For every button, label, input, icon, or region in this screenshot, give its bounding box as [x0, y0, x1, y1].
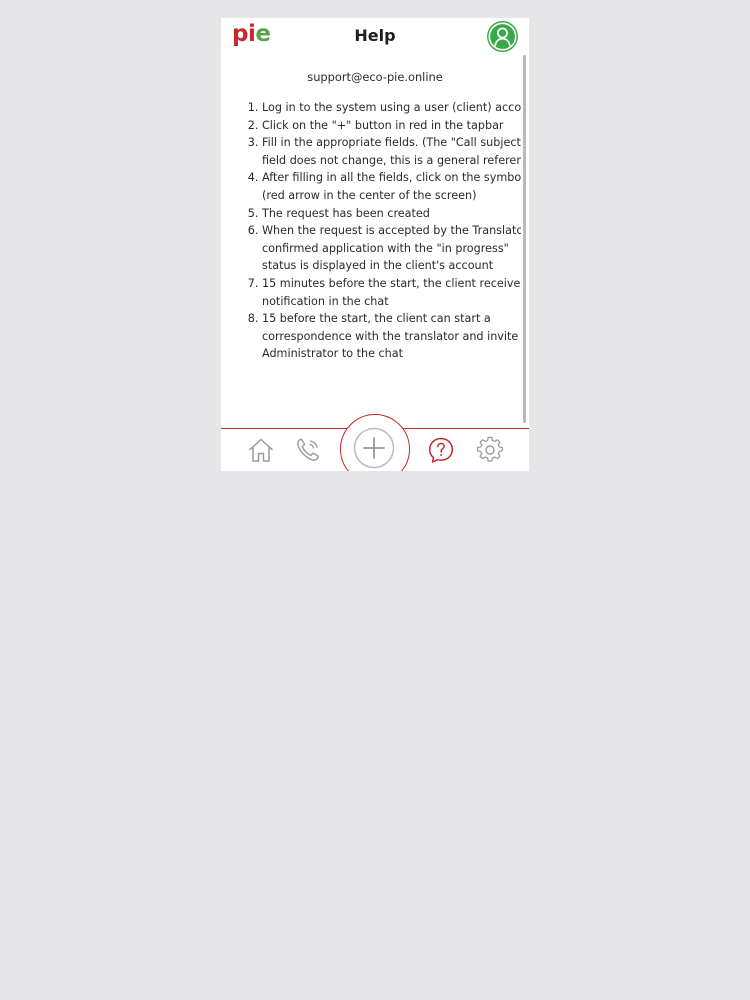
help-step: After filling in all the fields, click o…	[262, 169, 521, 204]
phone-icon	[297, 438, 319, 461]
help-step: 15 before the start, the client can star…	[262, 310, 521, 363]
help-icon	[428, 437, 454, 463]
page-title: Help	[354, 26, 396, 45]
phone-screen: pie Help support@eco-pie.online Log in t…	[221, 18, 529, 471]
help-step: The request has been created	[262, 205, 521, 223]
header: pie Help	[221, 18, 529, 58]
tab-help[interactable]	[427, 436, 455, 464]
help-content[interactable]: support@eco-pie.online Log in to the sys…	[221, 58, 521, 428]
help-step: When the request is accepted by the Tran…	[262, 222, 521, 275]
support-email[interactable]: support@eco-pie.online	[221, 70, 521, 84]
tab-home[interactable]	[247, 436, 275, 464]
profile-button[interactable]	[487, 21, 518, 52]
tab-calls[interactable]	[294, 436, 322, 464]
help-step: Fill in the appropriate fields. (The "Ca…	[262, 134, 521, 169]
help-step: Click on the "+" button in red in the ta…	[262, 117, 521, 135]
scrollbar[interactable]	[523, 55, 526, 423]
add-button-inner	[349, 423, 399, 471]
help-steps-list: Log in to the system using a user (clien…	[227, 99, 521, 363]
add-icon	[353, 427, 395, 469]
help-step: Log in to the system using a user (clien…	[262, 99, 521, 117]
user-icon	[488, 22, 517, 51]
tab-settings[interactable]	[476, 436, 504, 464]
help-step: 15 minutes before the start, the client …	[262, 275, 521, 310]
settings-icon	[476, 436, 504, 462]
home-icon	[249, 438, 273, 462]
